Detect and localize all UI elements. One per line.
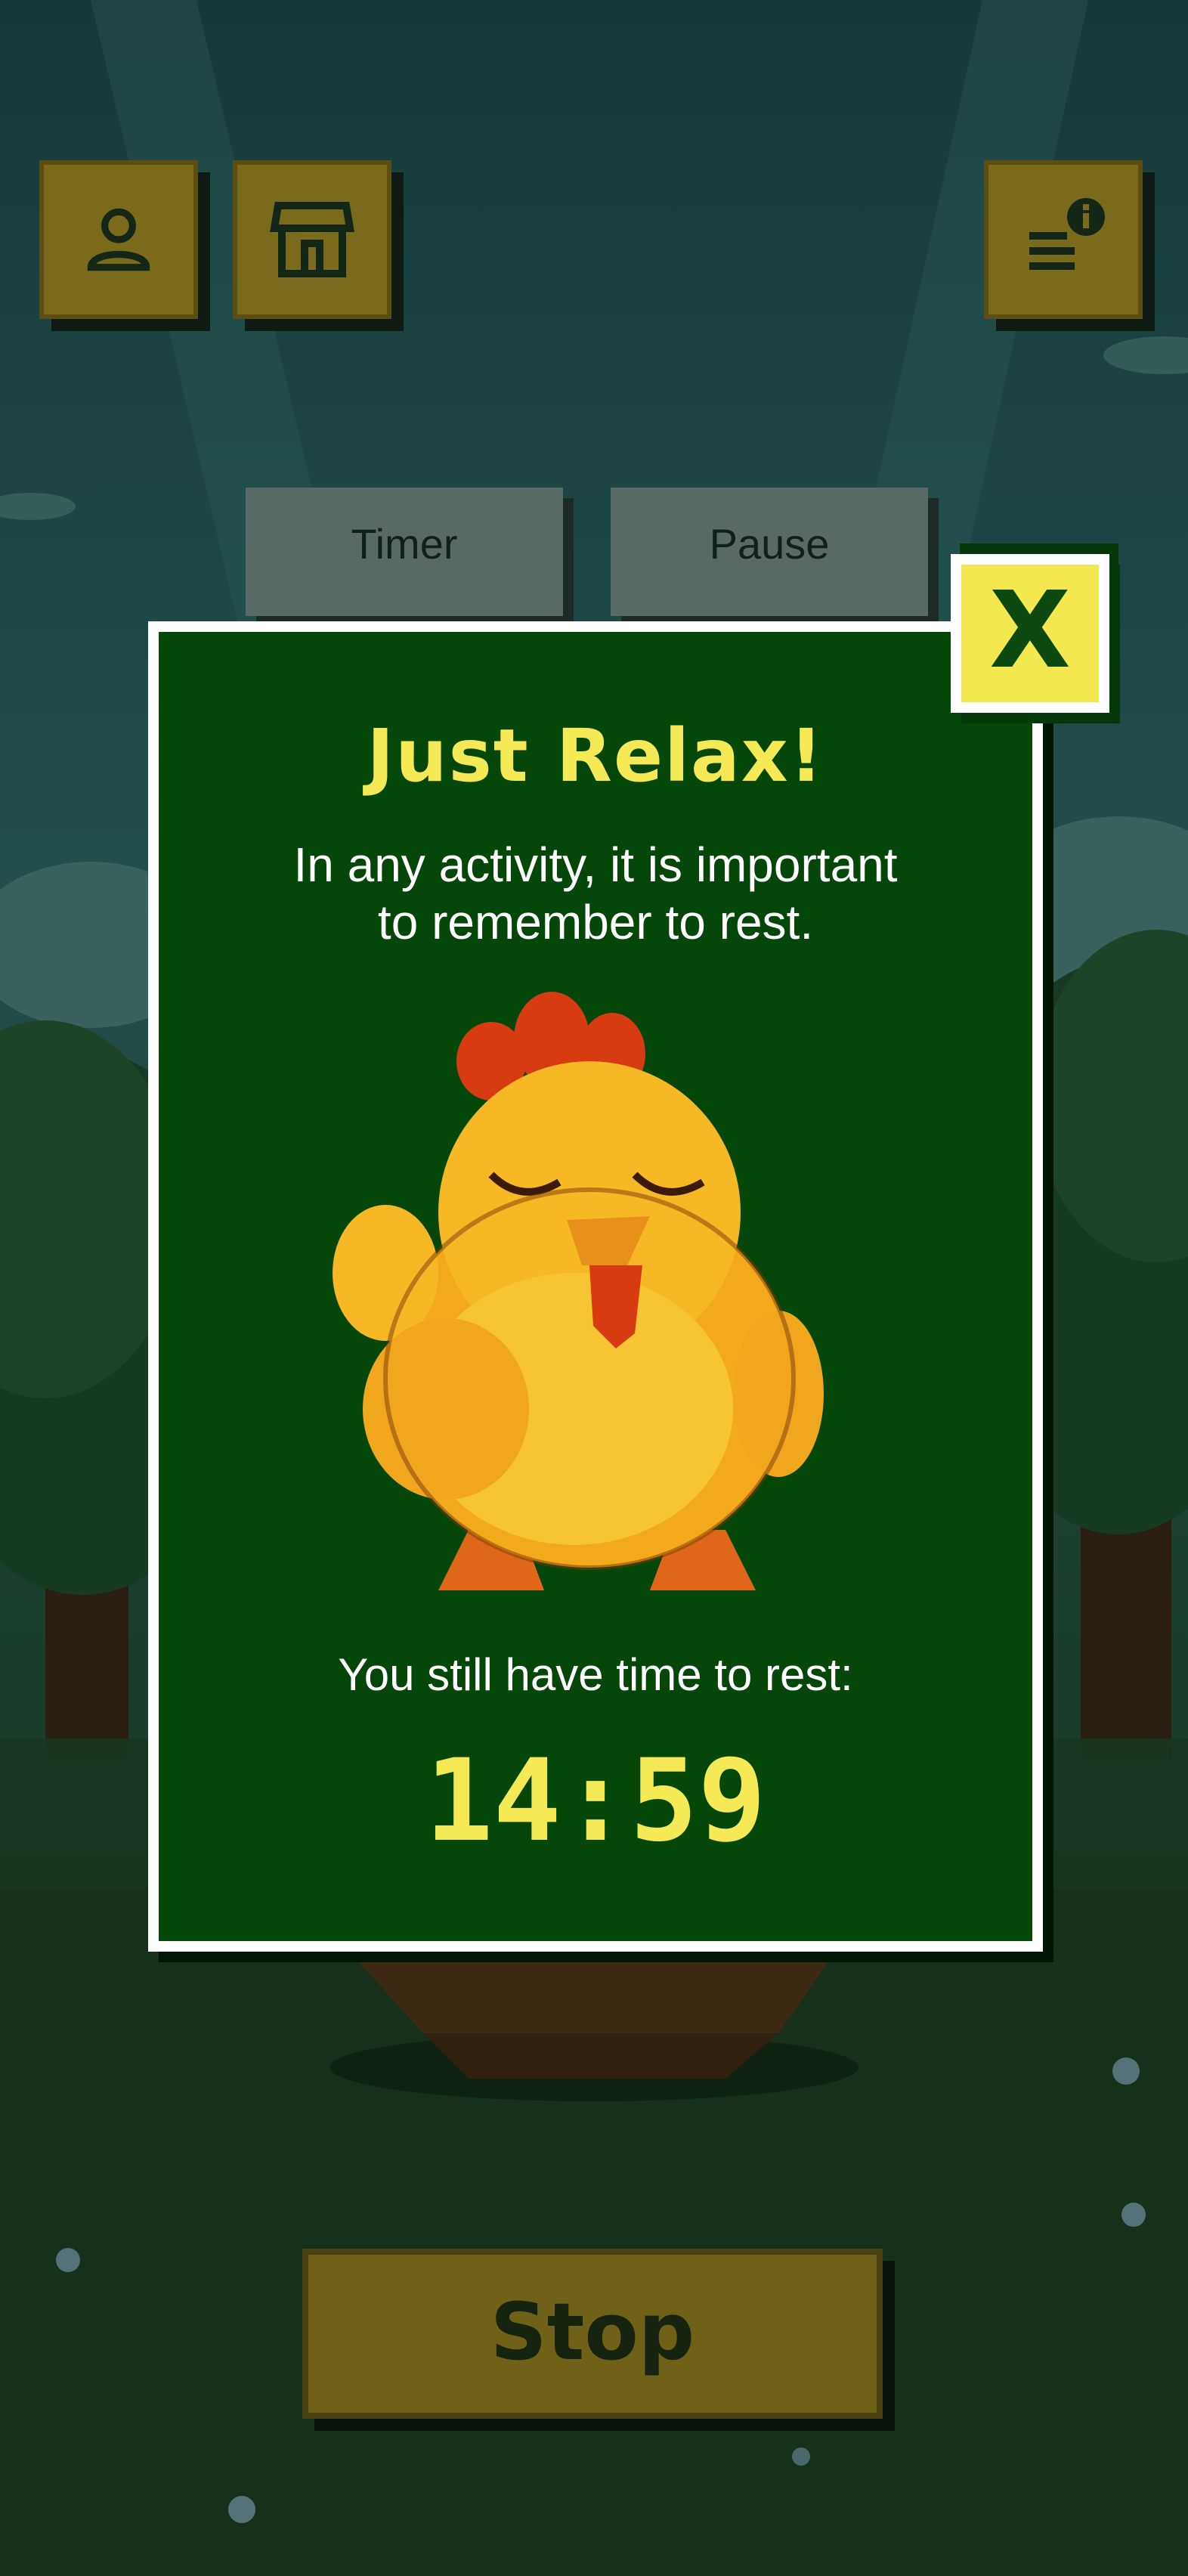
pause-stat: Pause: [611, 488, 928, 616]
modal-title: Just Relax!: [367, 714, 824, 798]
close-button[interactable]: X: [951, 554, 1109, 713]
pause-label: Pause: [709, 520, 830, 568]
rest-time-label: You still have time to rest:: [338, 1649, 853, 1700]
modal-subtitle: In any activity, it is important to reme…: [234, 836, 957, 951]
subtitle-line-1: In any activity, it is important: [293, 838, 898, 892]
storefront-icon: [270, 202, 354, 277]
rest-countdown: 14:59: [425, 1735, 766, 1867]
shop-button[interactable]: [233, 160, 391, 319]
profile-button[interactable]: [39, 160, 198, 319]
subtitle-line-2: to remember to rest.: [377, 895, 814, 949]
rest-modal: Just Relax! In any activity, it is impor…: [148, 621, 1043, 1952]
resting-chicken-image: [333, 992, 824, 1590]
info-menu-button[interactable]: [984, 160, 1143, 319]
stop-button[interactable]: Stop: [302, 2249, 883, 2419]
timer-label: Timer: [351, 520, 458, 568]
person-icon: [87, 208, 150, 271]
list-info-icon: [1029, 198, 1105, 270]
timer-stat: Timer: [246, 488, 563, 616]
